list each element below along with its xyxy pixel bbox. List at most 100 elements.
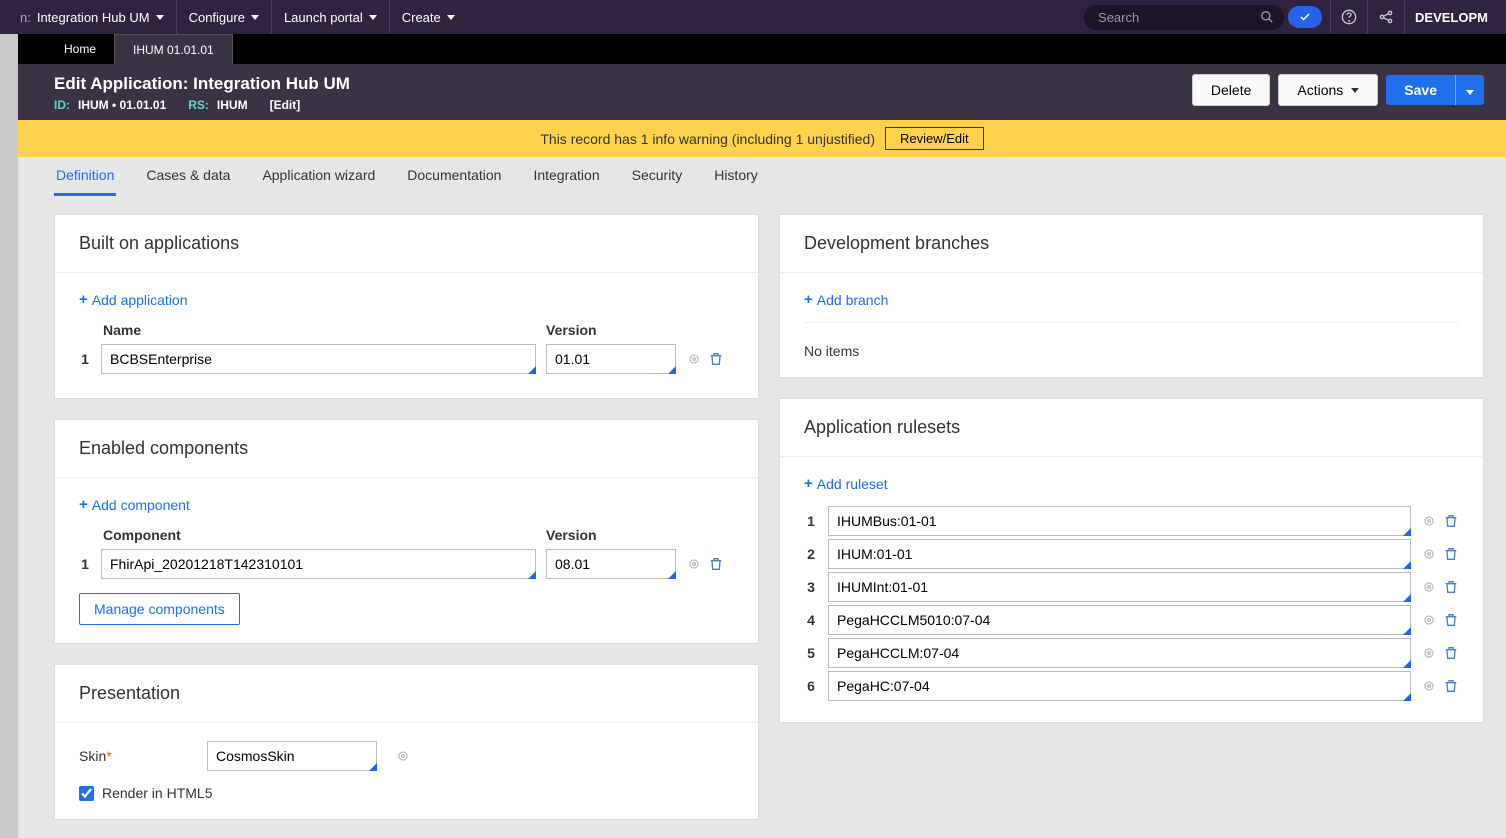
panel-rulesets: Application rulesets + Add ruleset 1 2 (779, 398, 1484, 723)
table-row: 5 (804, 638, 1459, 668)
chevron-down-icon (447, 15, 455, 20)
col-component: Component (103, 527, 546, 543)
add-branch-link[interactable]: + Add branch (804, 291, 888, 308)
trash-icon[interactable] (1443, 579, 1459, 595)
trash-icon[interactable] (1443, 678, 1459, 694)
panel-branches: Development branches + Add branch No ite… (779, 214, 1484, 378)
tab-record[interactable]: IHUM 01.01.01 (114, 34, 233, 64)
app-switcher[interactable]: n: Integration Hub UM (8, 0, 177, 34)
rs-label: RS: (188, 98, 209, 112)
row-number: 2 (804, 546, 818, 562)
subtab-security[interactable]: Security (630, 157, 685, 196)
trash-icon[interactable] (1443, 645, 1459, 661)
top-bar: n: Integration Hub UM Configure Launch p… (0, 0, 1506, 34)
gear-icon[interactable] (1421, 678, 1437, 694)
worktab-bar: Home IHUM 01.01.01 (18, 34, 1506, 64)
trash-icon[interactable] (1443, 546, 1459, 562)
chevron-down-icon (251, 15, 259, 20)
table-row: 1 (79, 344, 734, 374)
share-icon[interactable] (1367, 0, 1404, 34)
page-header: Edit Application: Integration Hub UM ID:… (18, 64, 1506, 120)
gear-icon[interactable] (1421, 546, 1437, 562)
edit-link[interactable]: [Edit] (270, 98, 301, 112)
add-application-link[interactable]: + Add application (79, 291, 188, 308)
menu-create[interactable]: Create (390, 0, 467, 34)
add-ruleset-link[interactable]: + Add ruleset (804, 475, 888, 492)
chevron-down-icon (369, 15, 377, 20)
add-component-link[interactable]: + Add component (79, 496, 190, 513)
gear-icon[interactable] (686, 556, 702, 572)
component-name-input[interactable] (101, 549, 536, 579)
trash-icon[interactable] (708, 351, 724, 367)
ruleset-input[interactable] (828, 638, 1411, 668)
id-label: ID: (54, 98, 70, 112)
gear-icon[interactable] (1421, 513, 1437, 529)
panel-components: Enabled components + Add component Compo… (54, 419, 759, 644)
search-submit[interactable] (1288, 6, 1322, 28)
subtab-documentation[interactable]: Documentation (405, 157, 503, 196)
help-icon[interactable] (1330, 0, 1367, 34)
component-version-input[interactable] (546, 549, 676, 579)
save-more-button[interactable] (1455, 75, 1484, 105)
row-number: 1 (79, 351, 91, 367)
search-input[interactable] (1084, 5, 1284, 30)
ruleset-input[interactable] (828, 572, 1411, 602)
table-row: 1 (79, 549, 734, 579)
tab-home[interactable]: Home (46, 34, 114, 64)
warning-text: This record has 1 info warning (includin… (540, 131, 875, 147)
gear-icon[interactable] (1421, 612, 1437, 628)
plus-icon: + (804, 475, 813, 492)
ruleset-input[interactable] (828, 671, 1411, 701)
gear-icon[interactable] (395, 748, 411, 764)
skin-label: Skin* (79, 748, 189, 764)
row-number: 6 (804, 678, 818, 694)
chevron-down-icon (156, 15, 164, 20)
review-edit-button[interactable]: Review/Edit (885, 127, 984, 150)
subtab-bar: Definition Cases & data Application wiza… (18, 157, 1506, 196)
ruleset-input[interactable] (828, 539, 1411, 569)
search-icon[interactable] (1260, 10, 1274, 24)
no-items-text: No items (804, 339, 1459, 359)
subtab-history[interactable]: History (712, 157, 760, 196)
subtab-definition[interactable]: Definition (54, 157, 116, 196)
trash-icon[interactable] (708, 556, 724, 572)
delete-button[interactable]: Delete (1192, 74, 1270, 106)
manage-components-button[interactable]: Manage components (79, 593, 240, 625)
page-title: Edit Application: Integration Hub UM (54, 74, 1192, 94)
subtab-application-wizard[interactable]: Application wizard (260, 157, 377, 196)
ruleset-input[interactable] (828, 605, 1411, 635)
app-version-input[interactable] (546, 344, 676, 374)
gear-icon[interactable] (1421, 645, 1437, 661)
render-html5-checkbox[interactable] (79, 786, 94, 801)
panel-title: Development branches (780, 215, 1483, 273)
chevron-down-icon (1466, 90, 1474, 95)
skin-input[interactable] (207, 741, 377, 771)
panel-title: Application rulesets (780, 399, 1483, 457)
left-gutter (0, 34, 18, 838)
environment-label: DEVELOPM (1404, 0, 1498, 34)
table-row: 3 (804, 572, 1459, 602)
panel-title: Enabled components (55, 420, 758, 478)
save-button[interactable]: Save (1386, 75, 1455, 105)
ruleset-input[interactable] (828, 506, 1411, 536)
menu-configure[interactable]: Configure (177, 0, 272, 34)
panel-title: Built on applications (55, 215, 758, 273)
subtab-cases-data[interactable]: Cases & data (144, 157, 232, 196)
gear-icon[interactable] (686, 351, 702, 367)
row-number: 5 (804, 645, 818, 661)
warning-banner: This record has 1 info warning (includin… (18, 120, 1506, 157)
subtab-integration[interactable]: Integration (531, 157, 601, 196)
panel-presentation: Presentation Skin* Render in HTML5 (54, 664, 759, 820)
gear-icon[interactable] (1421, 579, 1437, 595)
actions-button[interactable]: Actions (1278, 74, 1378, 106)
row-number: 1 (79, 556, 91, 572)
col-version: Version (546, 527, 686, 543)
table-row: 6 (804, 671, 1459, 701)
app-name-input[interactable] (101, 344, 536, 374)
row-number: 1 (804, 513, 818, 529)
trash-icon[interactable] (1443, 513, 1459, 529)
trash-icon[interactable] (1443, 612, 1459, 628)
render-html5-label: Render in HTML5 (102, 785, 213, 801)
menu-launch-portal[interactable]: Launch portal (272, 0, 390, 34)
rs-value: IHUM (217, 98, 248, 112)
